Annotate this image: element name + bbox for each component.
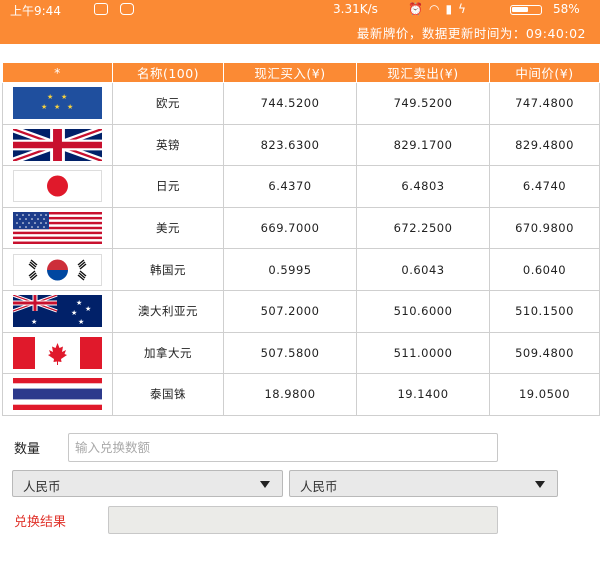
to-currency-value: 人民币 xyxy=(300,479,338,494)
currency-name: 加拿大元 xyxy=(112,331,224,375)
alarm-icon: ⏰ xyxy=(408,2,429,16)
ca-flag-icon xyxy=(13,336,102,369)
currency-name: 泰国铢 xyxy=(112,373,224,416)
mid-rate: 0.6040 xyxy=(489,248,600,291)
header-flag: * xyxy=(2,62,113,83)
table-header-row: * 名称(100) 现汇买入(¥) 现汇卖出(¥) 中间价(¥) xyxy=(2,62,600,83)
charging-icon: ϟ xyxy=(458,2,472,16)
buy-rate: 744.5200 xyxy=(223,82,357,125)
mid-rate: 19.0500 xyxy=(489,373,600,416)
table-row[interactable]: 英镑 823.6300 829.1700 829.4800 xyxy=(2,123,600,167)
network-speed: 3.31K/s xyxy=(333,2,378,16)
svg-text:★: ★ xyxy=(76,299,83,307)
result-output xyxy=(108,506,498,534)
sell-rate: 829.1700 xyxy=(356,123,490,167)
svg-text:★: ★ xyxy=(78,318,85,326)
from-currency-value: 人民币 xyxy=(23,479,61,494)
table-row[interactable]: 泰国铢 18.9800 19.1400 19.0500 xyxy=(2,373,600,416)
app-header: 上午9:44 3.31K/s ⏰◠▮ϟ 58% 最新牌价，数据更新时间为：09:… xyxy=(0,0,600,44)
status-icons: ⏰◠▮ϟ xyxy=(408,2,472,16)
mid-rate: 6.4740 xyxy=(489,165,600,208)
notification-app-icon xyxy=(94,3,108,15)
currency-name: 欧元 xyxy=(112,82,224,125)
sell-rate: 19.1400 xyxy=(356,373,490,416)
svg-text:★: ★ xyxy=(47,93,54,101)
sell-rate: 511.0000 xyxy=(356,331,490,375)
uk-flag-icon xyxy=(13,128,102,161)
mid-rate: 829.4800 xyxy=(489,123,600,167)
svg-text:★: ★ xyxy=(54,103,61,111)
currency-name: 韩国元 xyxy=(112,248,224,291)
table-row[interactable]: ★ ★ ★ ★ ★ 澳大利亚元 507.2000 510.6000 510.1500 xyxy=(2,289,600,333)
table-row[interactable]: ★ ★ ★ ★ ★ 欧元 744.5200 749.5200 747.4800 xyxy=(2,82,600,125)
mid-rate: 509.4800 xyxy=(489,331,600,375)
svg-text:★: ★ xyxy=(71,309,78,317)
rate-table: * 名称(100) 现汇买入(¥) 现汇卖出(¥) 中间价(¥) ★ ★ ★ ★ ★ xyxy=(2,62,600,416)
svg-text:★: ★ xyxy=(67,103,74,111)
wifi-icon: ◠ xyxy=(428,2,446,16)
dropdown-arrow-icon xyxy=(535,481,545,488)
status-time: 上午9:44 xyxy=(10,4,61,18)
amount-label: 数量 xyxy=(14,442,41,457)
mid-rate: 670.9800 xyxy=(489,206,600,250)
status-bar: 上午9:44 3.31K/s ⏰◠▮ϟ 58% xyxy=(0,0,600,20)
kr-flag-icon xyxy=(13,253,102,286)
result-label: 兑换结果 xyxy=(14,515,67,530)
svg-text:★: ★ xyxy=(85,305,92,313)
mid-rate: 510.1500 xyxy=(489,289,600,333)
update-time-text: 最新牌价，数据更新时间为：09:40:02 xyxy=(356,26,586,41)
from-currency-select[interactable]: 人民币 xyxy=(12,470,283,497)
table-row[interactable]: 日元 6.4370 6.4803 6.4740 xyxy=(2,165,600,208)
buy-rate: 823.6300 xyxy=(223,123,357,167)
buy-rate: 507.5800 xyxy=(223,331,357,375)
header-buy: 现汇买入(¥) xyxy=(223,62,357,83)
buy-rate: 0.5995 xyxy=(223,248,357,291)
currency-name: 美元 xyxy=(112,206,224,250)
sell-rate: 510.6000 xyxy=(356,289,490,333)
currency-name: 日元 xyxy=(112,165,224,208)
buy-rate: 507.2000 xyxy=(223,289,357,333)
svg-text:★: ★ xyxy=(41,103,48,111)
wechat-icon xyxy=(120,3,134,15)
svg-text:★: ★ xyxy=(31,318,38,326)
sell-rate: 672.2500 xyxy=(356,206,490,250)
buy-rate: 18.9800 xyxy=(223,373,357,416)
sell-rate: 6.4803 xyxy=(356,165,490,208)
header-mid: 中间价(¥) xyxy=(489,62,600,83)
to-currency-select[interactable]: 人民币 xyxy=(289,470,558,497)
battery-fill xyxy=(512,7,528,12)
amount-input[interactable] xyxy=(68,433,498,462)
battery-icon xyxy=(510,5,542,15)
svg-text:★: ★ xyxy=(61,93,68,101)
eu-flag-icon: ★ ★ ★ ★ ★ xyxy=(13,87,102,120)
buy-rate: 669.7000 xyxy=(223,206,357,250)
table-row[interactable]: 加拿大元 507.5800 511.0000 509.4800 xyxy=(2,331,600,375)
buy-rate: 6.4370 xyxy=(223,165,357,208)
th-flag-icon xyxy=(13,378,102,411)
currency-name: 澳大利亚元 xyxy=(112,289,224,333)
us-flag-icon xyxy=(13,212,102,245)
dropdown-arrow-icon xyxy=(260,481,270,488)
exchange-rate-screen: 上午9:44 3.31K/s ⏰◠▮ϟ 58% 最新牌价，数据更新时间为：09:… xyxy=(0,0,600,566)
header-name: 名称(100) xyxy=(112,62,224,83)
mid-rate: 747.4800 xyxy=(489,82,600,125)
au-flag-icon: ★ ★★★★ xyxy=(13,295,102,328)
currency-name: 英镑 xyxy=(112,123,224,167)
header-sell: 现汇卖出(¥) xyxy=(356,62,490,83)
signal-icon: ▮ xyxy=(445,2,459,16)
sell-rate: 749.5200 xyxy=(356,82,490,125)
table-row[interactable]: 美元 669.7000 672.2500 670.9800 xyxy=(2,206,600,250)
table-row[interactable]: 韩国元 0.5995 0.6043 0.6040 xyxy=(2,248,600,291)
battery-percent: 58% xyxy=(553,2,580,16)
jp-flag-icon xyxy=(13,170,102,203)
sell-rate: 0.6043 xyxy=(356,248,490,291)
